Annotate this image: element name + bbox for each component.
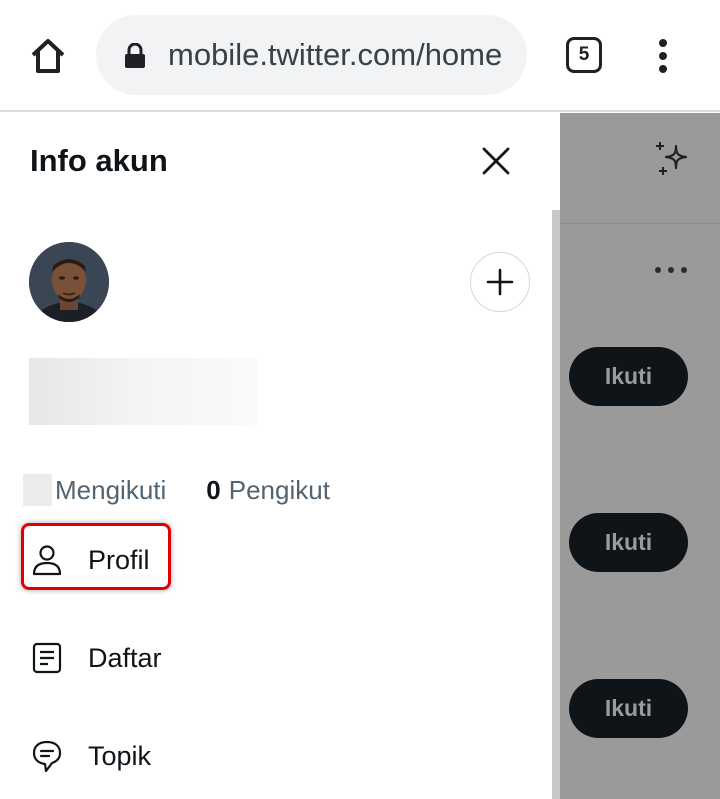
follow-stats: Mengikuti 0 Pengikut xyxy=(23,473,330,507)
redacted-account-name xyxy=(29,358,258,425)
highlight-annotation xyxy=(21,523,171,590)
menu-item-label: Daftar xyxy=(88,642,162,673)
close-icon[interactable] xyxy=(478,143,514,179)
address-bar[interactable]: mobile.twitter.com/home xyxy=(96,15,527,95)
menu-item-lists[interactable]: Daftar xyxy=(30,638,162,678)
followers-count[interactable]: 0 xyxy=(206,475,220,506)
follow-button[interactable]: Ikuti xyxy=(569,513,688,572)
follow-button[interactable]: Ikuti xyxy=(569,679,688,738)
redacted-following-count xyxy=(23,474,52,506)
avatar[interactable] xyxy=(29,242,109,322)
sparkle-icon[interactable] xyxy=(654,140,692,178)
drawer-title: Info akun xyxy=(30,143,168,178)
home-icon xyxy=(31,39,65,73)
add-account-button[interactable] xyxy=(470,252,530,312)
drawer-edge xyxy=(552,210,560,799)
followers-link[interactable]: Pengikut xyxy=(229,475,330,506)
home-button[interactable] xyxy=(26,34,70,78)
following-link[interactable]: Mengikuti xyxy=(55,475,166,506)
kebab-menu-icon[interactable] xyxy=(648,34,678,78)
menu-item-topics[interactable]: Topik xyxy=(30,736,151,776)
more-icon[interactable] xyxy=(655,262,687,278)
tab-switcher-button[interactable]: 5 xyxy=(566,37,602,73)
menu-item-label: Topik xyxy=(88,740,152,771)
url-text[interactable]: mobile.twitter.com/home xyxy=(168,37,513,73)
divider xyxy=(560,223,720,224)
browser-toolbar: mobile.twitter.com/home 5 xyxy=(0,0,720,112)
topic-icon xyxy=(32,740,62,773)
list-icon xyxy=(32,642,62,674)
plus-icon xyxy=(486,268,514,296)
account-drawer: Info akun Mengikuti 0 Pengikut Profil Da… xyxy=(0,113,560,799)
follow-button[interactable]: Ikuti xyxy=(569,347,688,406)
lock-icon xyxy=(125,43,145,68)
avatar-image xyxy=(29,242,109,322)
